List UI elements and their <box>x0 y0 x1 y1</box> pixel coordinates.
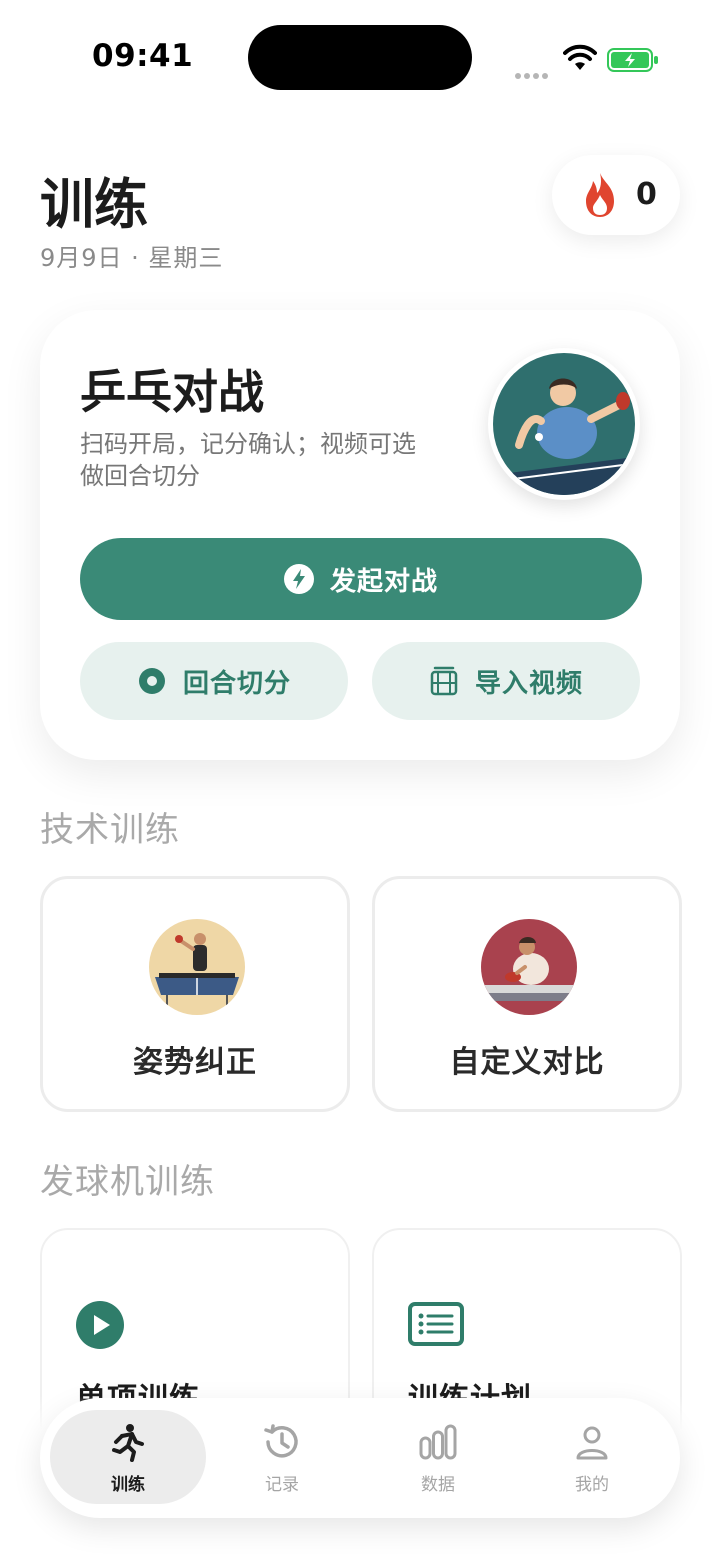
tech-section-title: 技术训练 <box>40 810 180 850</box>
record-dot-icon <box>138 668 165 694</box>
tab-training-label: 训练 <box>111 1475 145 1495</box>
tab-records-label: 记录 <box>265 1475 299 1495</box>
play-icon <box>76 1301 124 1349</box>
bar-chart-icon <box>419 1424 457 1460</box>
streak-count: 0 <box>636 177 657 212</box>
import-video-label: 导入视频 <box>474 668 583 699</box>
battery-icon <box>607 48 658 72</box>
rally-split-label: 回合切分 <box>182 668 291 699</box>
flame-icon <box>586 173 614 217</box>
person-icon <box>576 1426 608 1460</box>
film-icon <box>430 666 458 696</box>
match-card: 乒乓对战 扫码开局，记分确认；视频可选做回合切分 发起对战 回合切分 导入视频 <box>40 310 680 760</box>
match-illustration <box>488 348 640 500</box>
compare-illustration <box>481 919 577 1015</box>
posture-correction-label: 姿势纠正 <box>133 1045 257 1080</box>
tab-mine-label: 我的 <box>575 1475 609 1495</box>
status-time: 09:41 <box>92 38 194 74</box>
start-match-label: 发起对战 <box>329 566 438 597</box>
list-icon <box>408 1302 464 1346</box>
history-icon <box>264 1424 298 1458</box>
match-card-title: 乒乓对战 <box>80 365 264 419</box>
bolt-icon <box>283 564 314 594</box>
start-match-button[interactable]: 发起对战 <box>80 538 642 620</box>
tab-stats-label: 数据 <box>421 1475 455 1495</box>
tab-mine[interactable]: 我的 <box>514 1410 670 1504</box>
signal-dots-icon <box>515 64 551 79</box>
tab-stats[interactable]: 数据 <box>360 1410 516 1504</box>
wifi-icon <box>563 44 597 70</box>
page-title: 训练 <box>40 173 148 236</box>
streak-badge[interactable]: 0 <box>552 155 680 235</box>
custom-compare-tile[interactable]: 自定义对比 <box>372 876 682 1112</box>
import-video-button[interactable]: 导入视频 <box>372 642 640 720</box>
dynamic-island <box>248 25 472 90</box>
machine-section-title: 发球机训练 <box>40 1162 215 1202</box>
tab-training[interactable]: 训练 <box>50 1410 206 1504</box>
page-date: 9月9日 · 星期三 <box>40 244 224 272</box>
rally-split-button[interactable]: 回合切分 <box>80 642 348 720</box>
posture-illustration <box>149 919 245 1015</box>
posture-correction-tile[interactable]: 姿势纠正 <box>40 876 350 1112</box>
bottom-tab-bar: 训练 记录 数据 我的 <box>40 1398 680 1518</box>
runner-icon <box>112 1424 144 1462</box>
table-tennis-player-illustration <box>493 353 635 495</box>
tab-records[interactable]: 记录 <box>204 1410 360 1504</box>
status-icons <box>515 40 660 79</box>
custom-compare-label: 自定义对比 <box>449 1045 605 1080</box>
match-card-description: 扫码开局，记分确认；视频可选做回合切分 <box>80 430 416 490</box>
status-bar: 09:41 <box>0 0 720 110</box>
